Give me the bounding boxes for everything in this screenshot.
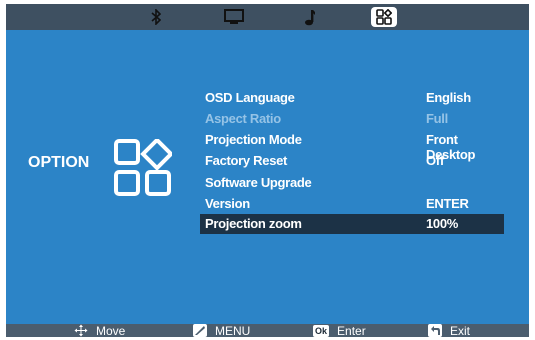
hint-menu-label: MENU bbox=[215, 323, 251, 338]
menu-item-software-upgrade[interactable]: Software Upgrade bbox=[200, 173, 504, 193]
hint-exit: Exit bbox=[428, 323, 471, 338]
menu-item-label: OSD Language bbox=[205, 90, 295, 105]
hint-move-label: Move bbox=[96, 323, 126, 338]
menu-item-label: Factory Reset bbox=[205, 153, 288, 168]
hint-enter: Ok Enter bbox=[313, 323, 366, 338]
osd-screen: OPTION OSD Language English Aspect Ratio… bbox=[6, 4, 529, 338]
menu-item-label: Projection zoom bbox=[205, 216, 302, 231]
key-hint-bar: Move MENU Ok Enter Exit bbox=[6, 323, 529, 338]
category-title: OPTION bbox=[28, 154, 90, 171]
menu-item-value: 100% bbox=[426, 216, 459, 231]
back-arrow-icon bbox=[428, 324, 442, 337]
menu-item-label: Software Upgrade bbox=[205, 175, 312, 190]
hint-exit-label: Exit bbox=[450, 323, 471, 338]
menu-tab-bar bbox=[6, 4, 529, 30]
tab-option[interactable] bbox=[371, 7, 397, 27]
ok-badge: Ok bbox=[315, 325, 328, 336]
tab-bluetooth[interactable] bbox=[146, 4, 166, 30]
menu-item-osd-language[interactable]: OSD Language English bbox=[200, 88, 504, 108]
menu-item-version[interactable]: Version ENTER bbox=[200, 194, 504, 214]
menu-key-icon bbox=[193, 324, 207, 337]
menu-item-label: Projection Mode bbox=[205, 132, 302, 147]
music-note-icon bbox=[304, 9, 316, 26]
option-grid-icon bbox=[376, 9, 392, 25]
bluetooth-icon bbox=[151, 9, 161, 25]
ok-key-icon: Ok bbox=[313, 324, 330, 337]
tab-audio[interactable] bbox=[300, 4, 320, 30]
move-arrows-icon bbox=[74, 324, 88, 337]
menu-item-value: English bbox=[426, 90, 471, 105]
menu-item-label: Aspect Ratio bbox=[205, 111, 281, 126]
menu-item-label: Version bbox=[205, 196, 250, 211]
menu-item-aspect-ratio: Aspect Ratio Full bbox=[200, 109, 504, 129]
hint-enter-label: Enter bbox=[337, 323, 366, 338]
menu-item-value: Off bbox=[426, 153, 444, 168]
menu-item-projection-mode[interactable]: Projection Mode Front Desktop bbox=[200, 130, 504, 162]
hint-move: Move bbox=[74, 323, 126, 338]
menu-item-value: Full bbox=[426, 111, 448, 126]
option-panel: OPTION OSD Language English Aspect Ratio… bbox=[6, 30, 529, 324]
monitor-icon bbox=[224, 9, 244, 25]
tab-picture[interactable] bbox=[222, 4, 246, 30]
menu-item-value: ENTER bbox=[426, 196, 469, 211]
hint-menu: MENU bbox=[193, 323, 251, 338]
menu-item-factory-reset[interactable]: Factory Reset Off bbox=[200, 151, 504, 171]
menu-item-projection-zoom[interactable]: Projection zoom 100% bbox=[200, 214, 504, 234]
option-shapes-icon bbox=[114, 137, 174, 202]
